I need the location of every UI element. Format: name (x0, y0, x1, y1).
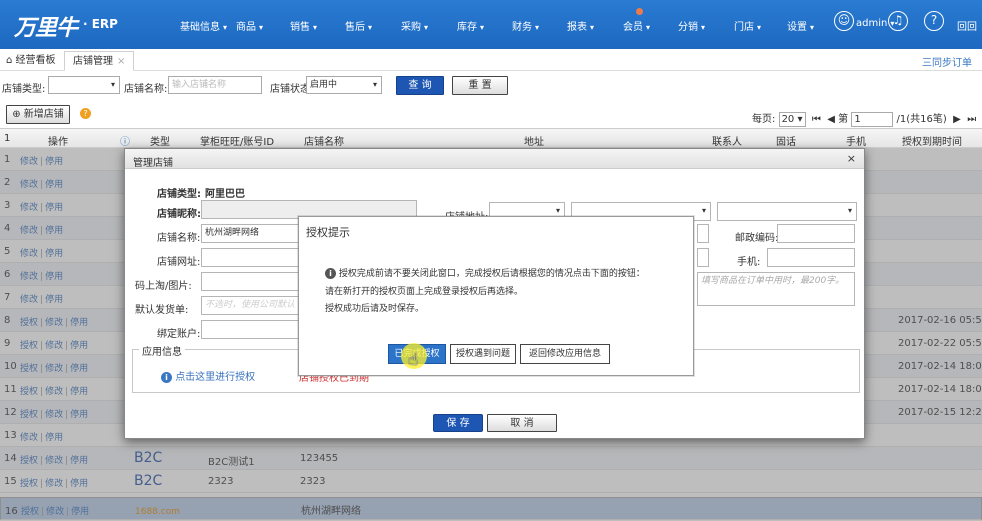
store-type-label: 店铺类型: (157, 189, 201, 200)
col-phone[interactable]: 固话 (776, 133, 796, 148)
col-auth-expiry[interactable]: 授权到期时间 (902, 133, 962, 148)
chevron-down-icon: ▾ (847, 206, 852, 215)
next-page-icon[interactable]: ▶ (950, 114, 961, 125)
auth-dialog-title: 授权提示 (306, 226, 350, 239)
prev-page-icon[interactable]: ◀ (824, 114, 835, 125)
store-type-label: 店铺类型: (2, 84, 46, 95)
zip-code-label: 邮政编码: (735, 233, 779, 244)
home-icon: ⌂ (6, 55, 13, 66)
store-type-value: 阿里巴巴 (205, 189, 245, 200)
app-logo-suffix: · ERP (83, 17, 118, 31)
store-status-select[interactable]: 启用中 ▾ (306, 76, 382, 94)
nav-item-sales[interactable]: 销售 ▾ (290, 18, 317, 33)
help-icon[interactable]: ? (80, 108, 91, 119)
auth-prompt-dialog: 授权提示 i 授权完成前请不要关闭此窗口，完成授权后请根据您的情况点击下面的按钮… (298, 216, 694, 376)
nav-item-reports[interactable]: 报表 ▾ (567, 18, 594, 33)
col-type[interactable]: 类型 (150, 133, 170, 148)
info-icon: ⓘ (120, 137, 130, 148)
auth-line-3: 授权成功后请及时保存。 (325, 304, 425, 314)
app-logo[interactable]: 万里牛 (14, 10, 78, 42)
address-detail-input[interactable] (697, 224, 709, 243)
help-icon[interactable]: ? (924, 11, 944, 31)
close-icon[interactable]: × (847, 152, 856, 165)
table-header: 1 操作 ⓘ 类型 掌柜旺旺/账号ID 店铺名称 地址 联系人 固话 手机 授权… (0, 128, 982, 148)
shipper-label: 默认发货单: (135, 305, 189, 316)
info-icon: i (161, 371, 172, 383)
nav-item-basic-info[interactable]: 基础信息 ▾ (180, 18, 227, 33)
bind-account-label: 绑定账户: (157, 329, 201, 340)
col-index: 1 (4, 133, 11, 144)
hand-cursor-icon: ☝ (408, 350, 419, 370)
note-textarea[interactable]: 填写商品在订单中用时，最200字。 (697, 272, 855, 306)
search-button[interactable]: 查 询 (396, 76, 444, 95)
nav-item-last[interactable]: 回回 (957, 18, 977, 33)
store-name-label: 店铺名称: (124, 84, 168, 95)
pager: 每页: 20 ▾ ⏮ ◀ 第 1 /1(共16笔) ▶ ⏭ (752, 110, 976, 127)
plus-icon: ⊕ (12, 109, 21, 120)
col-contact[interactable]: 联系人 (712, 133, 742, 148)
mobile-input[interactable] (767, 248, 855, 267)
image-label: 码上淘/图片: (135, 281, 192, 292)
store-name-input[interactable]: 输入店铺名称 (168, 76, 262, 94)
app-info-legend: 应用信息 (139, 343, 185, 358)
phone-input[interactable] (697, 248, 709, 267)
headset-icon[interactable]: ♫ (888, 11, 908, 31)
dialog-header: 管理店铺 × (125, 149, 864, 169)
zip-code-input[interactable] (777, 224, 855, 243)
list-toolbar: ⊕ 新增店铺 ? 每页: 20 ▾ ⏮ ◀ 第 1 /1(共16笔) ▶ ⏭ (0, 101, 982, 127)
district-select[interactable]: ▾ (717, 202, 857, 221)
first-page-icon[interactable]: ⏮ (809, 114, 821, 125)
store-name-label: 店铺名称: (157, 233, 201, 244)
nav-item-distribution[interactable]: 分销 ▾ (678, 18, 705, 33)
tab-bar: ⌂ 经营看板 店铺管理 × (0, 49, 982, 71)
nav-item-finance[interactable]: 财务 ▾ (512, 18, 539, 33)
nav-item-settings[interactable]: 设置 ▾ (787, 18, 814, 33)
page-total: /1(共16笔) (896, 114, 947, 125)
chevron-down-icon: ▾ (701, 206, 706, 215)
cancel-button[interactable]: 取 消 (487, 414, 557, 432)
auth-line-1: i 授权完成前请不要关闭此窗口，完成授权后请根据您的情况点击下面的按钮： (325, 266, 645, 279)
authorize-link[interactable]: i 点击这里进行授权 (161, 368, 255, 383)
col-mobile[interactable]: 手机 (846, 133, 866, 148)
chevron-down-icon: ▾ (110, 80, 115, 89)
tab-store-management[interactable]: 店铺管理 × (64, 51, 135, 71)
back-edit-app-button[interactable]: 返回修改应用信息 (520, 344, 610, 364)
nav-item-aftersale[interactable]: 售后 ▾ (345, 18, 372, 33)
per-page-label: 每页: (752, 114, 776, 125)
nav-item-goods[interactable]: 商品 ▾ (236, 18, 263, 33)
store-nick-label: 店铺昵称: (157, 209, 201, 220)
nav-item-inventory[interactable]: 库存 ▾ (457, 18, 484, 33)
mobile-label: 手机: (737, 257, 761, 268)
chevron-down-icon: ▾ (372, 80, 377, 89)
auth-line-2: 请在新打开的授权页面上完成登录授权后再选择。 (325, 287, 524, 297)
top-nav: 万里牛 · ERP 基础信息 ▾ 商品 ▾ 销售 ▾ 售后 ▾ 采购 ▾ 库存 ▾ 财务 ▾ … (0, 0, 982, 49)
auth-problem-button[interactable]: 授权遇到问题 (450, 344, 516, 364)
per-page-select[interactable]: 20 ▾ (778, 112, 806, 127)
reset-button[interactable]: 重 置 (452, 76, 508, 95)
page-label: 第 (838, 114, 849, 125)
last-page-icon[interactable]: ⏭ (964, 114, 976, 125)
chevron-down-icon: ▾ (555, 206, 560, 215)
col-actions: 操作 (48, 137, 68, 148)
close-tab-icon[interactable]: × (117, 56, 125, 67)
notification-dot (636, 8, 643, 15)
col-address[interactable]: 地址 (524, 133, 544, 148)
nav-item-stores[interactable]: 门店 ▾ (734, 18, 761, 33)
dialog-title: 管理店铺 (133, 158, 173, 169)
nav-item-purchase[interactable]: 采购 ▾ (401, 18, 428, 33)
store-url-label: 店铺网址: (157, 257, 201, 268)
tab-dashboard[interactable]: ⌂ 经营看板 (6, 51, 56, 71)
sync-orders-link[interactable]: 三同步订单 (922, 54, 972, 69)
col-store-name[interactable]: 店铺名称 (304, 133, 344, 148)
filter-bar: 店铺类型: ▾ 店铺名称: 输入店铺名称 店铺状态: 启用中 ▾ 查 询 重 置 (0, 72, 982, 98)
user-icon[interactable]: ☺ (834, 11, 854, 31)
store-type-select[interactable]: ▾ (48, 76, 120, 94)
save-button[interactable]: 保 存 (433, 414, 483, 432)
add-store-button[interactable]: ⊕ 新增店铺 (6, 105, 70, 124)
col-account[interactable]: 掌柜旺旺/账号ID (200, 133, 274, 148)
info-icon: i (325, 268, 336, 279)
page-number-input[interactable]: 1 (851, 112, 894, 127)
nav-item-members[interactable]: 会员 ▾ (623, 18, 650, 33)
